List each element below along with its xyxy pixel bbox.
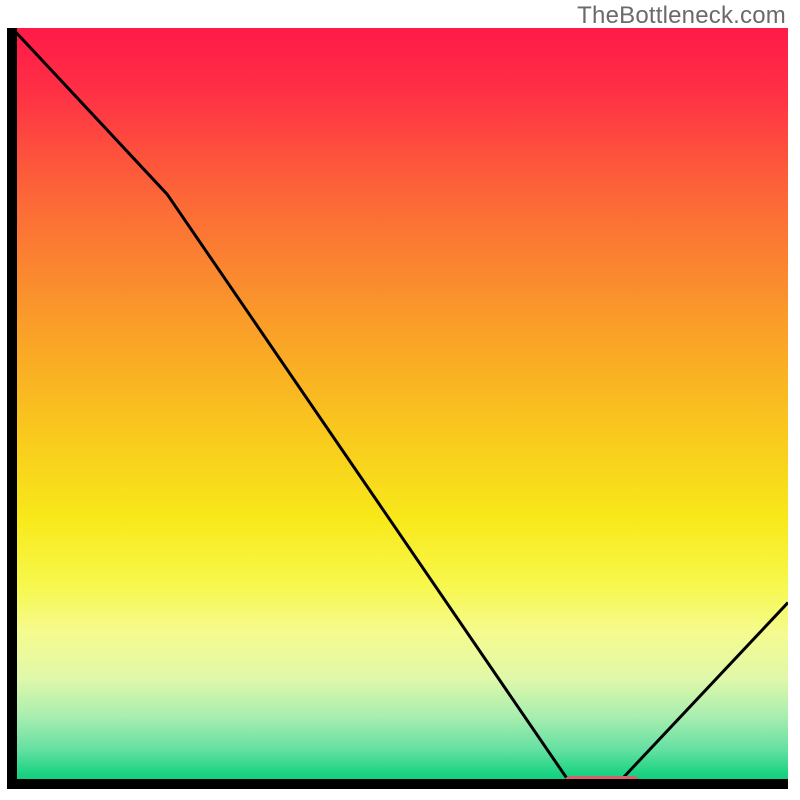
bottleneck-chart <box>0 0 800 800</box>
gradient-background <box>12 28 788 784</box>
chart-container: { "watermark": "TheBottleneck.com", "cha… <box>0 0 800 800</box>
watermark-text: TheBottleneck.com <box>577 2 786 30</box>
